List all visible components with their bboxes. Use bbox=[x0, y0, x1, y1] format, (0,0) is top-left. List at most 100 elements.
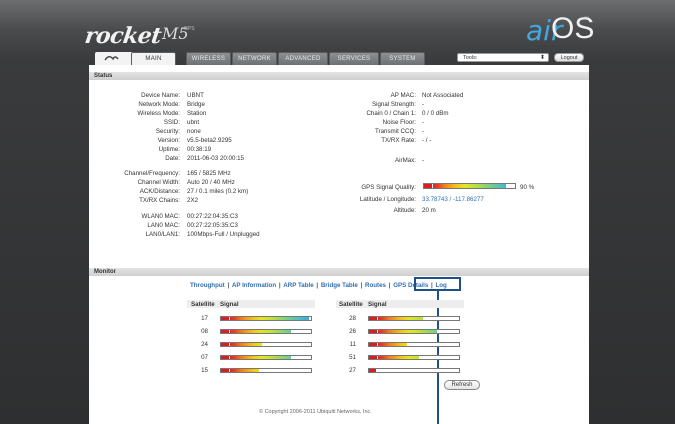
network-mode-label: Network Mode: bbox=[138, 101, 180, 108]
tools-dropdown[interactable]: Tools: ⬍ bbox=[457, 53, 549, 62]
status-section-title: Status bbox=[89, 72, 589, 80]
chain-value: 0 / 0 dBm bbox=[422, 110, 449, 117]
satellite-id: 11 bbox=[349, 341, 356, 348]
txrx-chains-label: TX/RX Chains: bbox=[139, 197, 180, 204]
header: rocket M5 GPS air OS ™ bbox=[0, 0, 675, 60]
airmax-label: AirMax: bbox=[395, 157, 416, 164]
gps-quality-label: GPS Signal Quality: bbox=[361, 184, 416, 191]
sat-header-right: Satellite bbox=[339, 301, 363, 308]
tab-advanced[interactable]: ADVANCED bbox=[278, 52, 328, 65]
ssid-label: SSID: bbox=[163, 119, 180, 126]
satellite-signal-meter bbox=[220, 368, 312, 373]
airos-trademark: ™ bbox=[584, 16, 589, 22]
signal-strength-value: - bbox=[422, 101, 425, 108]
monitor-nav: Throughput | AP Information | ARP Table … bbox=[190, 282, 447, 289]
satellite-signal-meter bbox=[368, 355, 460, 360]
altitude-label: Altitude: bbox=[393, 207, 416, 214]
transmit-ccq-value: - bbox=[422, 128, 425, 135]
wlan0-mac-label: WLAN0 MAC: bbox=[141, 213, 180, 220]
latlon-label: Latitude / Longitude: bbox=[359, 196, 416, 203]
lan-status-value: 100Mbps-Full / Unplugged bbox=[187, 231, 260, 238]
altitude-value: 20 m bbox=[422, 207, 436, 214]
satellite-signal-fill bbox=[369, 343, 407, 346]
monitor-section-title: Monitor bbox=[89, 268, 589, 276]
satellite-id: 24 bbox=[201, 341, 208, 348]
chain-label: Chain 0 / Chain 1: bbox=[366, 110, 416, 117]
signal-header-right: Signal bbox=[368, 301, 387, 308]
satellite-signal-fill bbox=[221, 330, 292, 333]
satellite-signal-meter bbox=[368, 329, 460, 334]
signal-header-left: Signal bbox=[220, 301, 239, 308]
satellite-signal-fill bbox=[221, 317, 310, 320]
date-label: Date: bbox=[165, 155, 180, 162]
txrx-rate-label: TX/RX Rate: bbox=[381, 137, 416, 144]
network-mode-value: Bridge bbox=[187, 101, 205, 108]
logout-button[interactable]: Logout bbox=[554, 53, 584, 62]
tab-system[interactable]: SYSTEM bbox=[380, 52, 425, 65]
tab-network[interactable]: NETWORK bbox=[232, 52, 277, 65]
channel-frequency-label: Channel/Frequency: bbox=[124, 170, 180, 177]
txrx-chains-value: 2X2 bbox=[187, 197, 199, 204]
tools-label: Tools: bbox=[463, 55, 478, 61]
noise-floor-label: Noise Floor: bbox=[382, 119, 416, 126]
tab-services[interactable]: SERVICES bbox=[329, 52, 379, 65]
device-name-value: UBNT bbox=[187, 92, 204, 99]
version-value: v5.5-beta2.9295 bbox=[187, 137, 232, 144]
sat-header-left: Satellite bbox=[191, 301, 215, 308]
satellite-signal-fill bbox=[221, 343, 262, 346]
satellite-id: 28 bbox=[349, 315, 356, 322]
link-ap-information[interactable]: AP Information bbox=[232, 282, 276, 289]
satellite-id: 27 bbox=[349, 367, 356, 374]
noise-floor-value: - bbox=[422, 119, 425, 126]
wireless-mode-label: Wireless Mode: bbox=[137, 110, 180, 117]
satellite-signal-meter bbox=[368, 368, 460, 373]
model-suffix: GPS bbox=[184, 26, 195, 32]
link-bridge-table[interactable]: Bridge Table bbox=[321, 282, 358, 289]
satellite-signal-fill bbox=[221, 356, 292, 359]
latlon-link[interactable]: 33.78743 / -117.86277 bbox=[422, 196, 484, 203]
rocket-logo: rocket bbox=[83, 23, 163, 49]
refresh-button[interactable]: Refresh bbox=[444, 380, 480, 390]
copyright-footer: © Copyright 2006-2011 Ubiquiti Networks,… bbox=[259, 409, 372, 415]
satellite-signal-fill bbox=[369, 356, 419, 359]
txrx-rate-value: - / - bbox=[422, 137, 432, 144]
satellite-signal-fill bbox=[369, 330, 438, 333]
satellite-id: 08 bbox=[201, 328, 208, 335]
satellite-signal-meter bbox=[220, 355, 312, 360]
uptime-label: Uptime: bbox=[158, 146, 180, 153]
lan-status-label: LAN0/LAN1: bbox=[145, 231, 180, 238]
tab-main[interactable]: MAIN bbox=[131, 52, 176, 66]
ssid-value: ubnt bbox=[187, 119, 200, 126]
date-value: 2011-06-03 20:00:15 bbox=[187, 155, 244, 162]
link-routes[interactable]: Routes bbox=[365, 282, 386, 289]
tab-wireless[interactable]: WIRELESS bbox=[186, 52, 231, 65]
link-arp-table[interactable]: ARP Table bbox=[283, 282, 313, 289]
channel-frequency-value: 165 / 5825 MHz bbox=[187, 170, 231, 177]
ack-distance-label: ACK/Distance: bbox=[139, 188, 180, 195]
ap-mac-value: Not Associated bbox=[422, 92, 464, 99]
lan0-mac-value: 00:27:22:05:35:C3 bbox=[187, 222, 238, 229]
satellite-id: 51 bbox=[349, 354, 356, 361]
satellite-signal-fill bbox=[369, 369, 377, 372]
dropdown-arrow-icon: ⬍ bbox=[539, 55, 545, 61]
signal-strength-label: Signal Strength: bbox=[371, 101, 416, 108]
uptime-value: 00:38:19 bbox=[187, 146, 212, 153]
airmax-value: - bbox=[422, 157, 425, 164]
transmit-ccq-label: Transmit CCQ: bbox=[374, 128, 416, 135]
satellite-id: 26 bbox=[349, 328, 356, 335]
security-value: none bbox=[187, 128, 201, 135]
gps-quality-value: 90 % bbox=[520, 184, 535, 191]
device-name-label: Device Name: bbox=[141, 92, 180, 99]
ack-distance-value: 27 / 0.1 miles (0.2 km) bbox=[187, 188, 249, 195]
channel-width-label: Channel Width: bbox=[137, 179, 180, 186]
ap-mac-label: AP MAC: bbox=[390, 92, 416, 99]
satellite-signal-fill bbox=[221, 369, 259, 372]
satellite-signal-fill bbox=[369, 317, 423, 320]
lan0-mac-label: LAN0 MAC: bbox=[147, 222, 180, 229]
gps-details-highlight bbox=[414, 277, 461, 291]
link-throughput[interactable]: Throughput bbox=[190, 282, 225, 289]
satellite-signal-meter bbox=[368, 342, 460, 347]
wlan0-mac-value: 00:27:22:04:35:C3 bbox=[187, 213, 238, 220]
gps-quality-meter bbox=[423, 183, 516, 189]
security-label: Security: bbox=[155, 128, 180, 135]
